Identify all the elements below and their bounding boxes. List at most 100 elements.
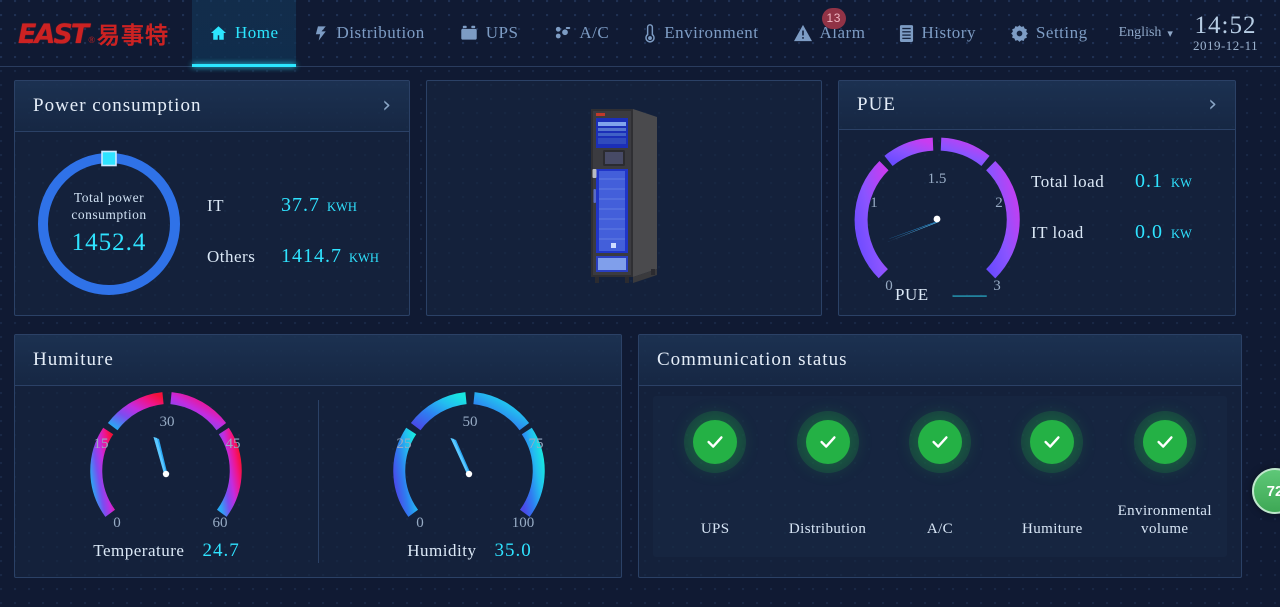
temperature-label: Temperature [93,541,185,560]
main-navigation: Home Distribution UPS A/C Environment Al… [192,0,1105,67]
nav-label-ups: UPS [485,23,519,42]
chevron-right-icon-pue[interactable]: › [1208,94,1217,116]
svg-text:0: 0 [885,278,893,294]
communication-title: Communication status [657,349,848,370]
temperature-value: 24.7 [202,540,240,561]
humidity-readout: Humidity 35.0 [407,540,531,562]
check-circle-icon-ac [917,420,962,464]
humidity-label: Humidity [407,541,477,560]
donut-label-line2: consumption [71,207,147,222]
panel-rack-visual [426,80,822,316]
pue-footer-value: —— [952,285,987,304]
panel-communication-status: Communication status UPS Distribution A/… [638,334,1242,578]
comm-item-ac[interactable]: A/C [885,420,995,539]
check-circle-icon-distribution [805,420,850,464]
svg-text:25: 25 [396,436,411,452]
comm-label-ac: A/C [926,521,954,537]
comm-label-ups: UPS [700,521,730,537]
nav-label-home: Home [235,23,279,42]
logo-text-en: EAST [18,19,89,50]
donut-total-value: 1452.4 [71,228,147,256]
clock-date: 2019-12-11 [1192,38,1259,54]
power-consumption-body: Total power consumption 1452.4 IT 37.7 K… [15,132,409,315]
humiture-cell-humidity: 0 25 50 75 100 Humidity 35.0 [318,386,621,577]
thermometer-icon [643,23,657,43]
power-consumption-donut: Total power consumption 1452.4 [29,144,189,304]
humiture-header: Humiture [15,335,621,386]
svg-text:15: 15 [93,436,108,452]
power-consumption-header: Power consumption › [15,81,409,132]
nav-item-environment[interactable]: Environment [626,0,775,67]
bottom-row: Humiture 0 15 30 45 60 Temperature 24.7 … [0,334,1280,578]
stat-row-it: IT 37.7 KWH [207,194,379,217]
svg-text:100: 100 [511,515,534,531]
pue-footer-label: PUE [895,285,929,304]
humiture-cell-temperature: 0 15 30 45 60 Temperature 24.7 [15,386,318,577]
pue-unit-total-load: KW [1171,176,1192,190]
nav-label-distribution: Distribution [336,23,425,42]
document-icon [899,24,914,43]
nav-label-history: History [921,23,976,42]
power-consumption-title: Power consumption [33,95,202,116]
nav-item-ups[interactable]: UPS [442,0,536,67]
nav-item-ac[interactable]: A/C [535,0,626,67]
stat-value-others: 1414.7 [281,244,342,267]
check-circle-icon-environmental-volume [1142,420,1187,464]
pue-body: 0 1 1.5 2 3 Total load 0.1 KW IT load 0.… [839,130,1235,315]
pue-row-it-load: IT load 0.0 KW [1031,221,1192,244]
svg-text:75: 75 [528,436,543,452]
lightning-icon [313,24,330,43]
svg-text:0: 0 [113,515,121,531]
home-icon [209,24,228,42]
comm-item-environmental-volume[interactable]: Environmental volume [1110,420,1220,539]
nav-item-setting[interactable]: Setting [993,0,1105,67]
clock: 14:52 2019-12-11 [1192,12,1259,54]
logo-text-cn: 易事特 [97,23,170,49]
temperature-gauge: 0 15 30 45 60 [73,392,261,532]
comm-label-environmental-volume: Environmental volume [1117,503,1212,538]
pue-footer: PUE —— [895,285,987,305]
stat-label-it: IT [207,195,225,215]
pue-title: PUE [857,94,896,115]
comm-item-humiture[interactable]: Humiture [997,420,1107,539]
top-row: Power consumption › Total power consumpt… [0,80,1280,316]
gear-icon [1010,24,1029,43]
pue-value-total-load: 0.1 [1135,170,1163,192]
brand-logo: EAST ® 易事特 [0,16,192,50]
fan-icon [552,24,572,42]
language-selector[interactable]: English ▾ [1119,25,1173,41]
donut-label-line1: Total power [73,190,145,206]
clock-time: 14:52 [1194,12,1257,40]
chevron-right-icon-power[interactable]: › [382,95,391,117]
power-consumption-stats: IT 37.7 KWH Others 1414.7 KWH [207,180,379,268]
nav-item-history[interactable]: History [882,0,993,67]
humiture-title: Humiture [33,349,114,370]
humidity-gauge: 0 25 50 75 100 [376,392,564,532]
stat-unit-others: KWH [349,250,379,265]
svg-text:60: 60 [212,515,227,531]
comm-label-distribution: Distribution [788,521,867,537]
nav-item-home[interactable]: Home [192,0,296,67]
nav-item-alarm[interactable]: Alarm 13 [776,0,883,67]
nav-item-distribution[interactable]: Distribution [296,0,442,67]
warning-icon [793,24,813,42]
communication-items: UPS Distribution A/C Humiture Environmen… [653,396,1227,557]
svg-text:3: 3 [993,278,1001,294]
nav-label-environment: Environment [664,23,759,42]
temperature-readout: Temperature 24.7 [93,540,239,562]
pue-label-total-load: Total load [1031,172,1105,191]
svg-text:0: 0 [416,515,424,531]
battery-icon [459,25,479,42]
communication-header: Communication status [639,335,1241,386]
check-circle-icon-humiture [1030,420,1075,464]
comm-item-ups[interactable]: UPS [660,420,770,539]
svg-text:1.5: 1.5 [928,171,947,187]
pue-value-it-load: 0.0 [1135,221,1163,243]
stat-unit-it: KWH [327,199,357,214]
nav-label-setting: Setting [1035,23,1088,42]
check-circle-icon-ups [693,420,738,464]
pue-row-total-load: Total load 0.1 KW [1031,170,1192,193]
chevron-down-icon: ▾ [1167,27,1173,40]
comm-item-distribution[interactable]: Distribution [773,420,883,539]
logo-registered-mark: ® [88,35,95,45]
